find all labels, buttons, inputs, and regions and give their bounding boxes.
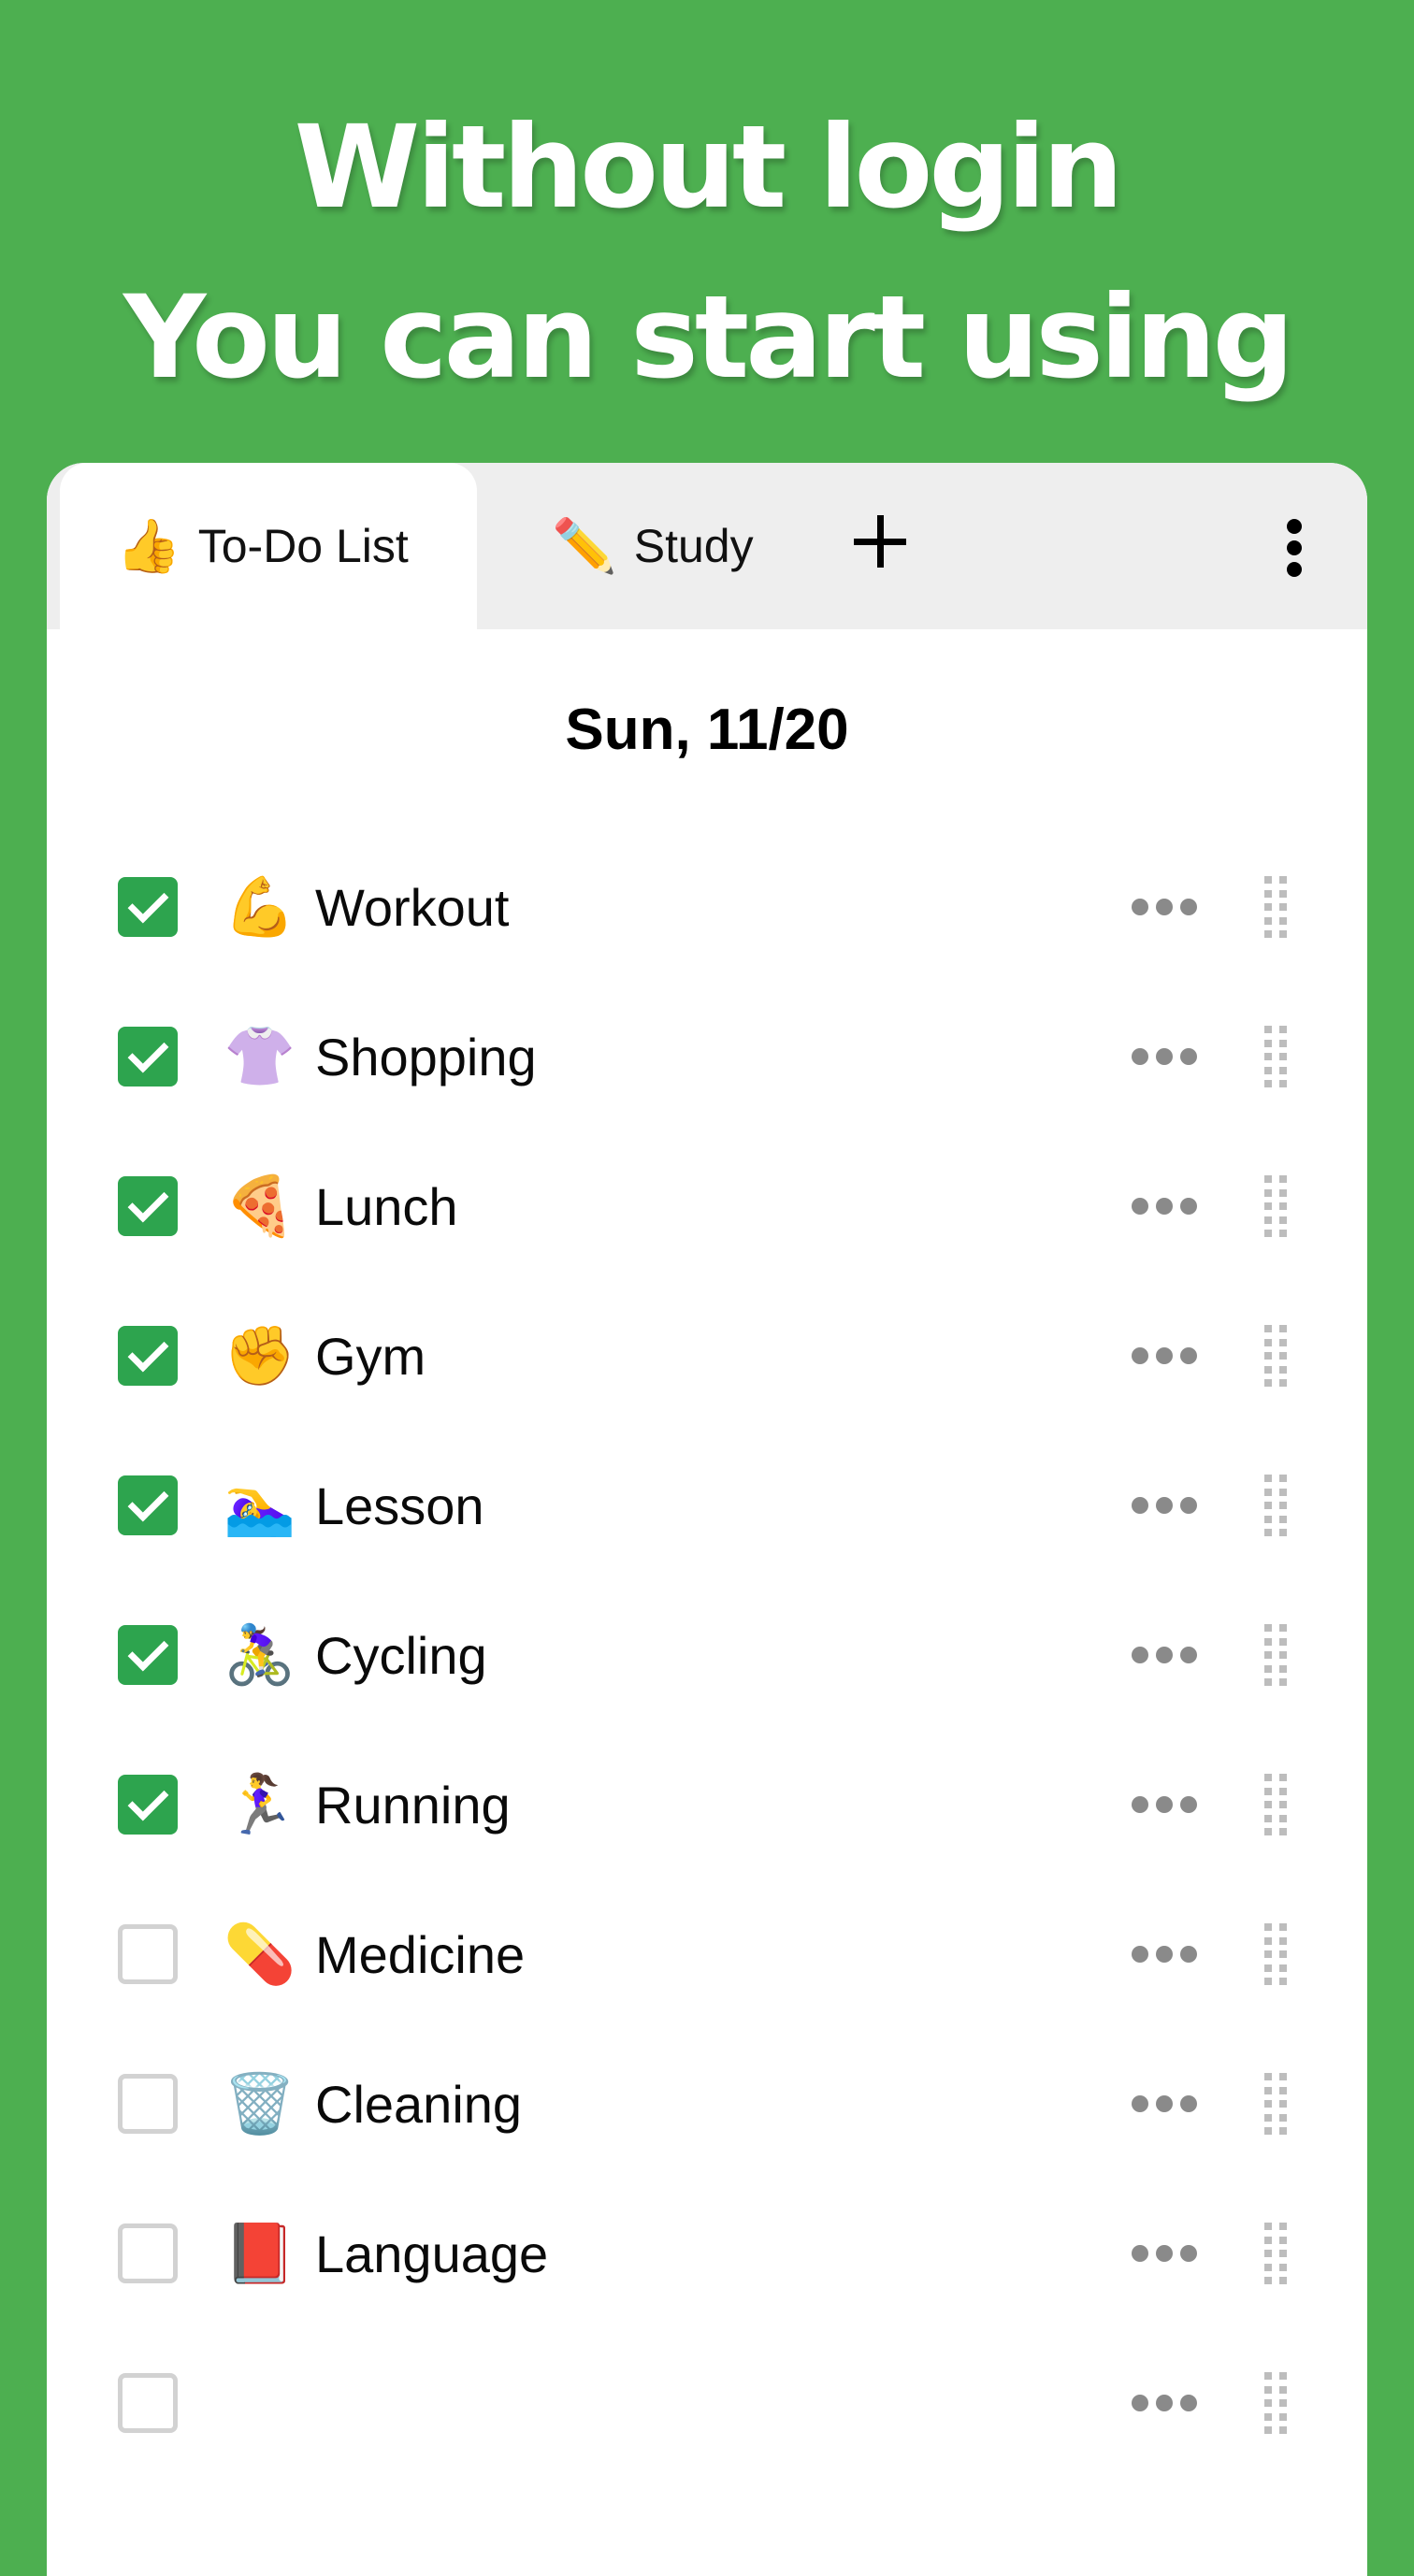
- list-item: 🏃‍♀️ Running: [47, 1730, 1367, 1879]
- tab-label: Study: [633, 520, 754, 572]
- item-emoji-icon: 🏊‍♀️: [224, 1473, 296, 1538]
- item-label[interactable]: Cleaning: [315, 2074, 522, 2135]
- list-item: 💊 Medicine: [47, 1879, 1367, 2029]
- item-checkbox-checked[interactable]: [118, 1326, 178, 1386]
- item-more-button[interactable]: [1132, 2239, 1197, 2267]
- horizontal-ellipsis-icon: [1132, 1347, 1148, 1364]
- list-item: [47, 2328, 1367, 2478]
- item-more-button[interactable]: [1132, 1641, 1197, 1669]
- list-item: ✊ Gym: [47, 1281, 1367, 1431]
- vertical-ellipsis-icon: [1287, 519, 1302, 534]
- list-item: 💪 Workout: [47, 832, 1367, 982]
- item-checkbox-checked[interactable]: [118, 1775, 178, 1835]
- item-label[interactable]: Workout: [315, 877, 509, 938]
- item-checkbox-checked[interactable]: [118, 1027, 178, 1087]
- item-checkbox-checked[interactable]: [118, 877, 178, 937]
- horizontal-ellipsis-icon: [1132, 1647, 1148, 1663]
- horizontal-ellipsis-icon: [1132, 2395, 1148, 2411]
- tab-todo-list[interactable]: 👍 To-Do List: [60, 463, 477, 629]
- headline-line-2: You can start using: [123, 271, 1294, 404]
- headline-line-1: Without login: [294, 101, 1124, 234]
- item-emoji-icon: 💪: [224, 874, 296, 940]
- more-menu-button[interactable]: [1262, 510, 1328, 584]
- item-emoji-icon: 🍕: [224, 1173, 296, 1239]
- item-more-button[interactable]: [1132, 893, 1197, 921]
- item-label[interactable]: Language: [315, 2223, 548, 2284]
- drag-handle[interactable]: [1264, 876, 1289, 938]
- item-checkbox-unchecked[interactable]: [118, 2223, 178, 2283]
- list-item: 📕 Language: [47, 2179, 1367, 2328]
- item-label[interactable]: Medicine: [315, 1924, 525, 1985]
- list-item: 👚 Shopping: [47, 982, 1367, 1131]
- item-label[interactable]: Shopping: [315, 1027, 537, 1087]
- item-more-button[interactable]: [1132, 1192, 1197, 1220]
- item-emoji-icon: 🏃‍♀️: [224, 1772, 296, 1837]
- horizontal-ellipsis-icon: [1132, 899, 1148, 915]
- item-emoji-icon: 💊: [224, 1921, 296, 1987]
- drag-handle[interactable]: [1264, 1624, 1289, 1686]
- horizontal-ellipsis-icon: [1132, 2095, 1148, 2112]
- drag-handle[interactable]: [1264, 1026, 1289, 1087]
- item-checkbox-unchecked[interactable]: [118, 2373, 178, 2433]
- horizontal-ellipsis-icon: [1132, 1497, 1148, 1514]
- item-emoji-icon: ✊: [224, 1323, 296, 1389]
- add-tab-button[interactable]: [842, 504, 916, 579]
- drag-handle[interactable]: [1264, 1475, 1289, 1536]
- item-emoji-icon: 📕: [224, 2221, 296, 2286]
- item-more-button[interactable]: [1132, 2090, 1197, 2118]
- pencil-icon: ✏️: [552, 516, 617, 575]
- tab-label: To-Do List: [197, 520, 409, 572]
- item-more-button[interactable]: [1132, 1940, 1197, 1968]
- item-checkbox-unchecked[interactable]: [118, 1924, 178, 1984]
- thumbs-up-icon: 👍: [116, 516, 181, 575]
- horizontal-ellipsis-icon: [1132, 1048, 1148, 1065]
- drag-handle[interactable]: [1264, 1774, 1289, 1835]
- item-checkbox-checked[interactable]: [118, 1176, 178, 1236]
- drag-handle[interactable]: [1264, 1325, 1289, 1387]
- horizontal-ellipsis-icon: [1132, 1796, 1148, 1813]
- item-checkbox-unchecked[interactable]: [118, 2074, 178, 2134]
- list-item: 🍕 Lunch: [47, 1131, 1367, 1281]
- todo-list: 💪 Workout 👚 Shopping 🍕 Lunch: [47, 832, 1367, 2478]
- drag-handle[interactable]: [1264, 2372, 1289, 2434]
- horizontal-ellipsis-icon: [1132, 2245, 1148, 2262]
- item-label[interactable]: Gym: [315, 1326, 426, 1387]
- horizontal-ellipsis-icon: [1132, 1946, 1148, 1963]
- item-more-button[interactable]: [1132, 1043, 1197, 1071]
- item-more-button[interactable]: [1132, 1791, 1197, 1819]
- item-emoji-icon: 🚴‍♀️: [224, 1622, 296, 1688]
- drag-handle[interactable]: [1264, 1923, 1289, 1985]
- item-checkbox-checked[interactable]: [118, 1475, 178, 1535]
- item-more-button[interactable]: [1132, 2389, 1197, 2417]
- item-emoji-icon: 🗑️: [224, 2071, 296, 2137]
- item-label[interactable]: Lesson: [315, 1475, 484, 1536]
- drag-handle[interactable]: [1264, 2073, 1289, 2135]
- item-more-button[interactable]: [1132, 1342, 1197, 1370]
- item-checkbox-checked[interactable]: [118, 1625, 178, 1685]
- promo-headline: Without login You can start using: [0, 82, 1414, 423]
- drag-handle[interactable]: [1264, 2223, 1289, 2284]
- list-item: 🗑️ Cleaning: [47, 2029, 1367, 2179]
- item-emoji-icon: 👚: [224, 1024, 296, 1089]
- date-header: Sun, 11/20: [565, 698, 849, 762]
- item-more-button[interactable]: [1132, 1491, 1197, 1519]
- list-item: 🚴‍♀️ Cycling: [47, 1580, 1367, 1730]
- item-label[interactable]: Cycling: [315, 1625, 487, 1686]
- item-label[interactable]: Running: [315, 1775, 511, 1835]
- tab-bar: 👍 To-Do List ✏️ Study: [47, 463, 1367, 629]
- list-item: 🏊‍♀️ Lesson: [47, 1431, 1367, 1580]
- item-label[interactable]: Lunch: [315, 1176, 458, 1237]
- todo-card: 👍 To-Do List ✏️ Study Sun, 11/20 💪 Worko…: [47, 463, 1367, 2576]
- horizontal-ellipsis-icon: [1132, 1198, 1148, 1215]
- drag-handle[interactable]: [1264, 1175, 1289, 1237]
- tab-study[interactable]: ✏️ Study: [533, 463, 754, 629]
